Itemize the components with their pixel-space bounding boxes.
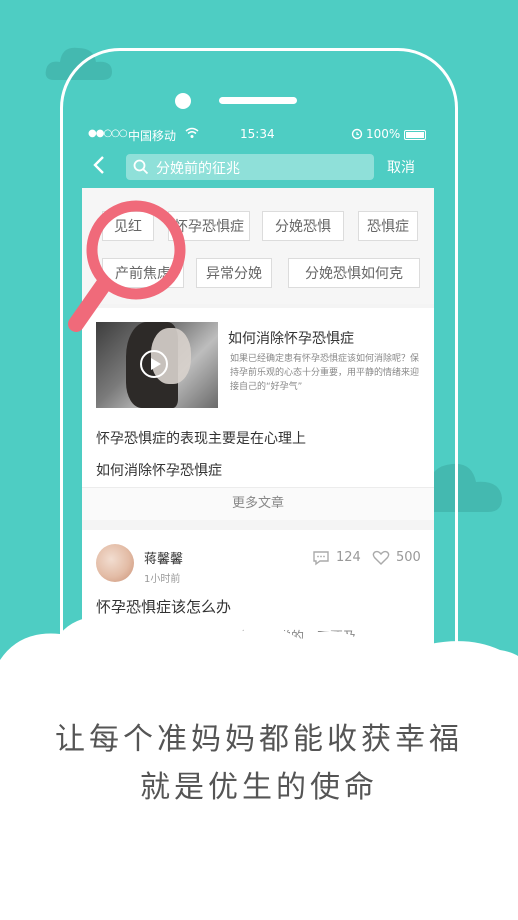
post-time: 1小时前 xyxy=(144,574,181,585)
post-username[interactable]: 蒋馨馨 xyxy=(144,548,183,567)
magnifier-icon xyxy=(68,200,186,332)
back-chevron-icon[interactable] xyxy=(92,154,106,182)
alarm-icon xyxy=(350,126,364,143)
article-link[interactable]: 怀孕恐惧症的表现主要是在心理上 xyxy=(96,428,306,448)
search-input-value: 分娩前的征兆 xyxy=(156,161,240,177)
slogan-line-2: 就是优生的使命 xyxy=(140,770,378,805)
heart-icon[interactable] xyxy=(372,550,390,566)
battery-percent: 100% xyxy=(366,127,401,141)
tag-chip[interactable]: 分娩恐惧 xyxy=(262,211,344,241)
signal-strength: ●●○○○ xyxy=(88,128,128,139)
wifi-icon xyxy=(185,126,199,143)
comment-icon[interactable] xyxy=(312,550,330,566)
play-icon[interactable] xyxy=(140,350,168,378)
carrier-name: 中国移动 xyxy=(128,129,177,143)
search-input[interactable]: 分娩前的征兆 xyxy=(126,154,374,180)
tag-chip[interactable]: 异常分娩 xyxy=(196,258,272,288)
tag-chip[interactable]: 恐惧症 xyxy=(358,211,418,241)
cancel-button[interactable]: 取消 xyxy=(387,157,415,177)
status-time: 15:34 xyxy=(240,127,275,141)
battery-icon xyxy=(404,130,426,140)
bottom-cloud-decoration xyxy=(0,613,518,920)
tag-chip[interactable]: 分娩恐惧如何克 xyxy=(288,258,420,288)
search-navbar: 分娩前的征兆 取消 xyxy=(82,146,434,188)
article-link[interactable]: 如何消除怀孕恐惧症 xyxy=(96,460,222,480)
status-bar: ●●○○○ 中国移动 15:34 100% xyxy=(82,124,434,146)
like-count: 500 xyxy=(396,550,421,565)
avatar[interactable] xyxy=(96,544,134,582)
article-description: 如果已经确定患有怀孕恐惧症该如何消除呢？保持孕前乐观的心态十分重要，用平静的情绪… xyxy=(230,354,420,392)
phone-camera xyxy=(175,93,191,109)
search-icon xyxy=(133,159,149,175)
slogan-line-1: 让每个准妈妈都能收获幸福 xyxy=(55,722,463,757)
more-articles-button[interactable]: 更多文章 xyxy=(82,487,434,520)
phone-speaker xyxy=(219,97,297,104)
comment-count: 124 xyxy=(336,550,361,565)
article-title[interactable]: 如何消除怀孕恐惧症 xyxy=(228,328,354,348)
